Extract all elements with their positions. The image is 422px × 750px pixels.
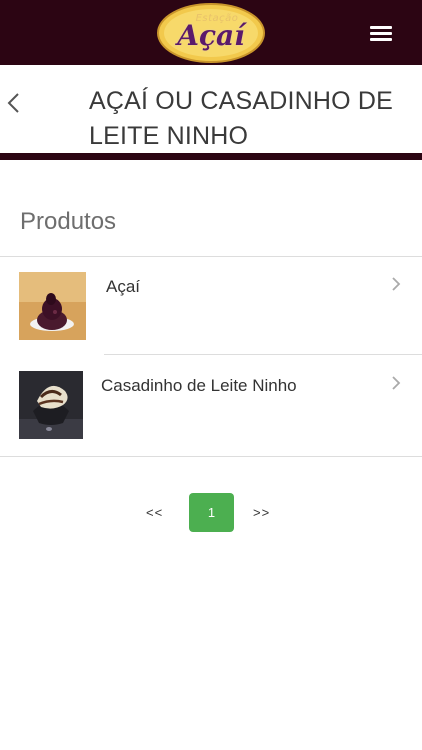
- page-title: AÇAÍ OU CASADINHO DE LEITE NINHO: [89, 87, 394, 150]
- product-thumbnail: [19, 371, 83, 439]
- title-divider: [0, 153, 422, 160]
- acai-bowl-photo: [19, 272, 86, 340]
- hamburger-menu-icon[interactable]: [370, 24, 394, 42]
- menu-bar: [370, 26, 392, 29]
- menu-bar: [370, 38, 392, 41]
- pagination-current-page[interactable]: 1: [189, 493, 234, 532]
- logo-wordmark: Açaí: [177, 19, 245, 52]
- menu-bar: [370, 32, 392, 35]
- list-divider: [0, 456, 422, 457]
- pagination-prev-link[interactable]: <<: [146, 505, 163, 520]
- pagination-next-link[interactable]: >>: [253, 505, 270, 520]
- chevron-right-icon: [392, 376, 401, 390]
- product-thumbnail: [19, 272, 86, 340]
- chevron-left-icon: [7, 93, 19, 113]
- product-name: Açaí: [106, 277, 141, 296]
- chevron-right-icon: [392, 277, 401, 291]
- section-heading: Produtos: [20, 208, 117, 235]
- product-item-acai[interactable]: Açaí: [0, 257, 422, 354]
- top-bar: Estação Açaí: [0, 0, 422, 65]
- brand-logo[interactable]: Estação Açaí: [156, 2, 266, 64]
- back-button[interactable]: [4, 88, 24, 118]
- casadinho-dessert-photo: [19, 371, 83, 439]
- pagination: << 1 >>: [0, 493, 422, 533]
- product-name: Casadinho de Leite Ninho: [101, 376, 297, 395]
- product-item-casadinho[interactable]: Casadinho de Leite Ninho: [0, 355, 422, 456]
